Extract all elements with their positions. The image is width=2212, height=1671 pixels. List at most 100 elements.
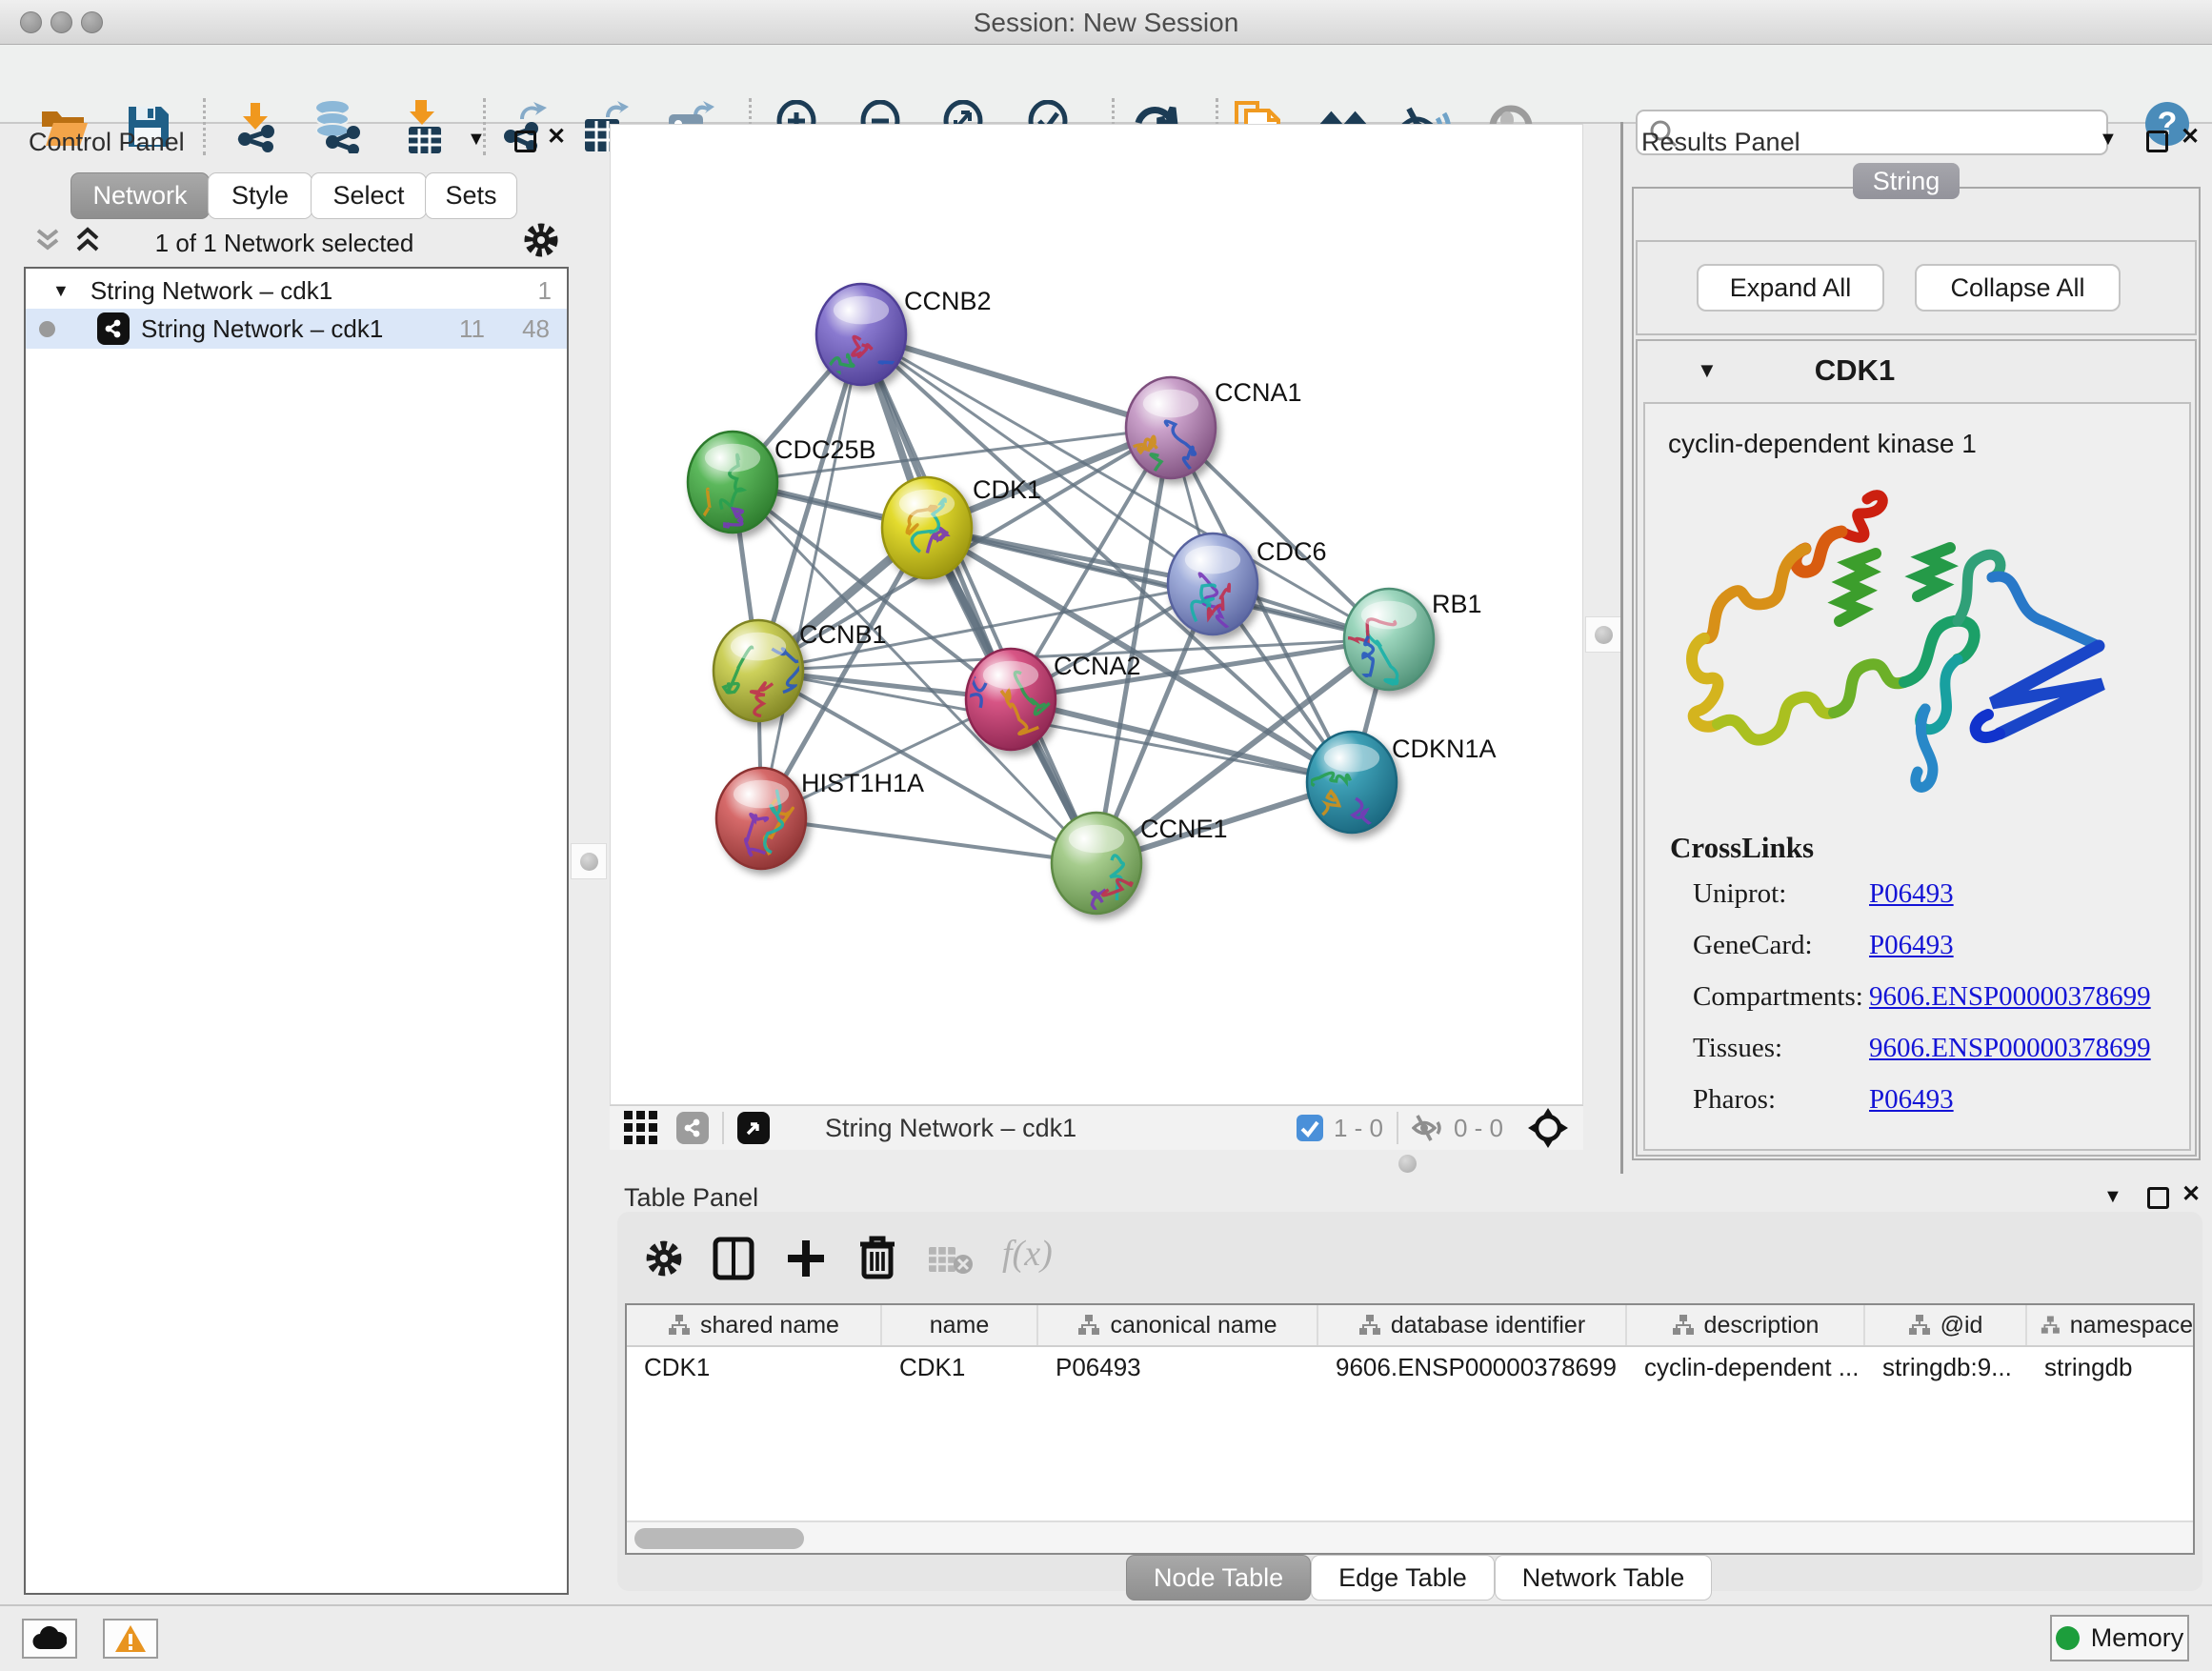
node-CCNB1[interactable]	[714, 620, 803, 721]
birds-eye-toggle-icon[interactable]	[1528, 1108, 1568, 1148]
crosslink-link[interactable]: 9606.ENSP00000378699	[1869, 1033, 2151, 1063]
column-header-sharedname[interactable]: shared name	[627, 1305, 882, 1345]
table-row[interactable]: CDK1CDK1P064939606.ENSP00000378699cyclin…	[627, 1347, 2193, 1387]
network-row[interactable]: String Network – cdk1 11 48	[26, 309, 567, 349]
table-cell[interactable]: stringdb:9...	[1865, 1347, 2027, 1387]
crosslink-link[interactable]: P06493	[1869, 930, 1954, 960]
node-CCNE1[interactable]	[1052, 813, 1143, 926]
delete-column-icon[interactable]	[857, 1235, 897, 1280]
section-expander-icon[interactable]: ▼	[1697, 358, 1718, 383]
crosslink-link[interactable]: P06493	[1869, 1084, 1954, 1115]
float-panel-icon[interactable]	[2147, 1187, 2169, 1209]
tab-network[interactable]: Network	[70, 172, 210, 219]
cloud-status-button[interactable]	[22, 1619, 77, 1659]
protein-structure-image	[1672, 478, 2148, 812]
memory-button[interactable]: Memory	[2050, 1615, 2189, 1661]
column-header-canonicalname[interactable]: canonical name	[1038, 1305, 1318, 1345]
gear-icon[interactable]	[644, 1238, 684, 1278]
collection-name: String Network – cdk1	[90, 276, 332, 306]
table-cell[interactable]: 9606.ENSP00000378699	[1318, 1347, 1627, 1387]
right-splitter-handle[interactable]	[1585, 616, 1621, 653]
network-collection-row[interactable]: ▼ String Network – cdk1 1	[26, 272, 567, 309]
expand-all-button[interactable]: Expand All	[1697, 264, 1884, 312]
collapse-all-button[interactable]: Collapse All	[1915, 264, 2121, 312]
table-cell[interactable]: CDK1	[627, 1347, 882, 1387]
close-panel-icon[interactable]: ✕	[2181, 126, 2200, 149]
close-panel-icon[interactable]: ✕	[547, 126, 566, 149]
gene-section: ▼ CDK1 cyclin-dependent kinase 1	[1636, 339, 2197, 1157]
table-cell[interactable]: cyclin-dependent ...	[1627, 1347, 1865, 1387]
node-label-CCNA1: CCNA1	[1215, 378, 1302, 407]
shared-column-icon	[1077, 1314, 1100, 1337]
gear-icon[interactable]	[522, 221, 560, 259]
edge-CCNB2-HIST1H1A[interactable]	[761, 334, 861, 818]
delete-table-icon	[928, 1244, 974, 1275]
node-CDC6[interactable]	[1168, 534, 1257, 634]
network-view-toolbar: String Network – cdk1 1 - 0 0 - 0	[610, 1105, 1583, 1150]
add-column-icon[interactable]	[785, 1237, 827, 1280]
function-builder-button: f(x)	[1002, 1233, 1053, 1275]
column-header-id[interactable]: @id	[1865, 1305, 2027, 1345]
collapse-panel-icon[interactable]: ▼	[467, 128, 486, 151]
table-cell[interactable]: stringdb	[2027, 1347, 2193, 1387]
node-CDK1[interactable]	[882, 477, 972, 578]
node-gloss-highlight	[1185, 546, 1240, 574]
collection-count: 1	[538, 276, 552, 306]
shared-column-icon	[1672, 1314, 1695, 1337]
grid-view-icon[interactable]	[623, 1110, 659, 1146]
node-HIST1H1A[interactable]	[716, 768, 806, 869]
control-panel-title: Control Panel	[29, 128, 185, 157]
memory-status-icon	[2056, 1626, 2080, 1650]
table-cell[interactable]: CDK1	[882, 1347, 1038, 1387]
detach-view-icon[interactable]	[737, 1112, 770, 1144]
tab-string[interactable]: String	[1853, 163, 1960, 199]
edge-HIST1H1A-CCNE1[interactable]	[761, 818, 1096, 863]
node-RB1[interactable]	[1344, 589, 1434, 699]
crosslink-link[interactable]: 9606.ENSP00000378699	[1869, 981, 2151, 1012]
node-label-HIST1H1A: HIST1H1A	[801, 769, 924, 797]
hidden-eye-icon	[1412, 1114, 1446, 1142]
column-header-name[interactable]: name	[882, 1305, 1038, 1345]
tab-network-table[interactable]: Network Table	[1495, 1555, 1713, 1601]
network-view-icon[interactable]	[676, 1112, 709, 1144]
tab-node-table[interactable]: Node Table	[1126, 1555, 1311, 1601]
gene-section-header[interactable]: ▼ CDK1	[1638, 341, 2195, 400]
node-CDC25B[interactable]	[688, 432, 777, 559]
network-canvas[interactable]: CCNB2CCNA1CDC25BCDK1CDC6RB1CCNB1CCNA2CDK…	[610, 124, 1583, 1105]
node-CDKN1A[interactable]	[1307, 732, 1397, 839]
float-panel-icon[interactable]	[2146, 131, 2168, 152]
crosslink-link[interactable]: P06493	[1869, 878, 1954, 909]
collapse-panel-icon[interactable]: ▼	[2099, 128, 2118, 151]
node-CCNB2[interactable]	[816, 284, 906, 398]
node-CCNA2[interactable]	[956, 649, 1056, 750]
column-header-namespace[interactable]: namespace	[2027, 1305, 2193, 1345]
table-cell[interactable]: P06493	[1038, 1347, 1318, 1387]
scrollbar-thumb[interactable]	[634, 1528, 804, 1549]
horizontal-splitter-handle[interactable]	[1398, 1155, 1417, 1173]
node-label-CDKN1A: CDKN1A	[1392, 735, 1497, 763]
tab-style[interactable]: Style	[208, 172, 312, 219]
warnings-button[interactable]	[103, 1619, 158, 1659]
show-columns-icon[interactable]	[713, 1237, 754, 1280]
close-panel-icon[interactable]: ✕	[2182, 1183, 2201, 1206]
table-panel-tabs: Node TableEdge TableNetwork Table	[1126, 1555, 1712, 1601]
gene-description: cyclin-dependent kinase 1	[1668, 429, 2189, 459]
selected-checkbox-icon[interactable]	[1296, 1114, 1324, 1142]
tree-expander-icon[interactable]: ▼	[52, 281, 70, 301]
shared-column-icon	[668, 1314, 691, 1337]
float-panel-icon[interactable]	[514, 131, 536, 152]
title-bar: Session: New Session	[0, 0, 2212, 45]
column-header-databaseidentifier[interactable]: database identifier	[1318, 1305, 1627, 1345]
tab-sets[interactable]: Sets	[425, 172, 517, 219]
shared-column-icon	[2041, 1314, 2061, 1337]
tab-select[interactable]: Select	[311, 172, 427, 219]
column-label: shared name	[700, 1312, 839, 1339]
crosslink-label: Pharos:	[1693, 1084, 1869, 1116]
column-header-description[interactable]: description	[1627, 1305, 1865, 1345]
left-splitter-handle[interactable]	[571, 843, 607, 879]
tab-edge-table[interactable]: Edge Table	[1311, 1555, 1495, 1601]
edge-CCNB2-CCNA1[interactable]	[861, 334, 1171, 428]
horizontal-scrollbar[interactable]	[627, 1520, 2193, 1553]
collapse-panel-icon[interactable]: ▼	[2103, 1185, 2122, 1208]
node-label-CCNB2: CCNB2	[904, 287, 992, 315]
